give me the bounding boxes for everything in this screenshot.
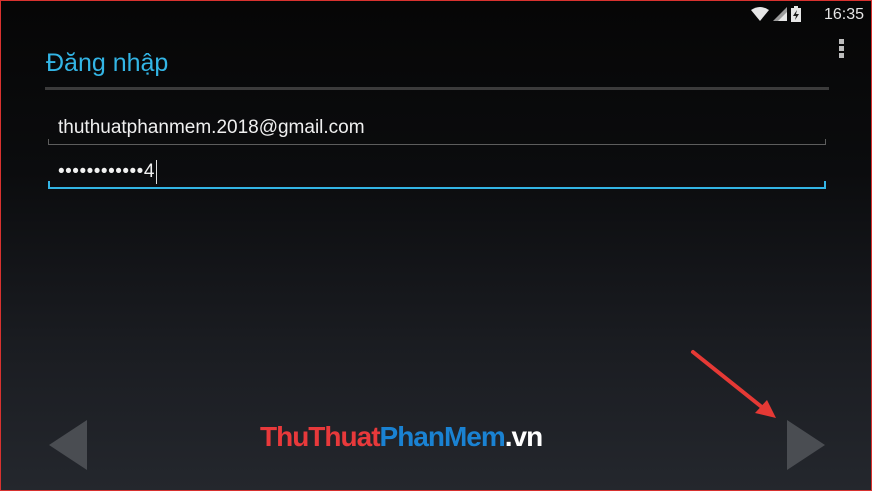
back-button[interactable] xyxy=(49,420,87,475)
password-tick-right xyxy=(824,181,826,189)
next-button[interactable] xyxy=(787,420,825,475)
right-triangle-icon xyxy=(787,420,825,470)
email-field[interactable]: thuthuatphanmem.2018@gmail.com xyxy=(48,117,826,145)
page-title: Đăng nhập xyxy=(46,49,169,77)
signal-icon xyxy=(773,7,787,21)
watermark-part1: ThuThuat xyxy=(260,421,381,452)
email-tick-left xyxy=(48,139,49,145)
password-field[interactable]: ••••••••••••4 xyxy=(48,157,826,189)
email-value: thuthuatphanmem.2018@gmail.com xyxy=(58,117,365,138)
password-tick-left xyxy=(48,181,50,189)
watermark-part2: PhanMem xyxy=(379,421,506,452)
password-underline xyxy=(48,187,826,189)
text-cursor xyxy=(155,160,157,184)
battery-charging-icon xyxy=(791,6,801,22)
wifi-icon xyxy=(751,7,769,21)
status-icons xyxy=(751,6,801,22)
watermark-logo: ThuThuatPhanMem.vn xyxy=(260,421,543,453)
email-underline xyxy=(48,144,826,145)
watermark-part3: .vn xyxy=(504,421,543,452)
password-value-wrap: ••••••••••••4 xyxy=(58,160,157,184)
overflow-menu-icon[interactable] xyxy=(839,39,845,59)
password-value: ••••••••••••4 xyxy=(58,161,155,183)
email-tick-right xyxy=(825,139,826,145)
title-divider xyxy=(45,87,829,90)
status-bar: 16:35 xyxy=(731,1,871,29)
login-screen: 16:35 Đăng nhập thuthuatphanmem.2018@gma… xyxy=(0,0,872,491)
annotation-arrow xyxy=(691,350,776,418)
left-triangle-icon xyxy=(49,420,87,470)
status-clock: 16:35 xyxy=(823,6,864,23)
